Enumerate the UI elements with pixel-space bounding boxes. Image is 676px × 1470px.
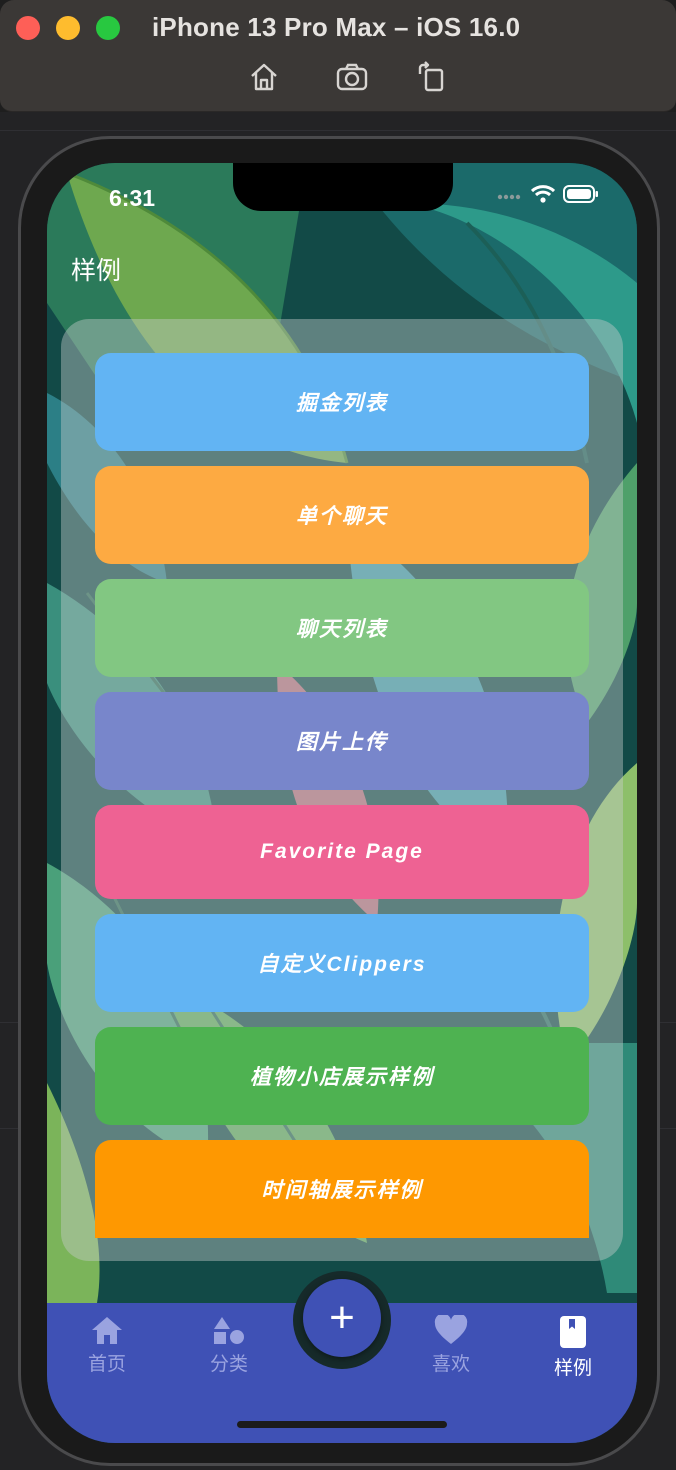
simulator-titlebar: iPhone 13 Pro Max – iOS 16.0 [0,0,676,112]
tab-label: 首页 [87,1354,126,1375]
menu-button-custom-clippers[interactable]: 自定义Clippers [95,914,589,1012]
device-frame: 6:31 样例 掘金列表 单个聊天 聊天列表 图片上传 Favorite Pag… [18,136,660,1466]
status-icons [497,185,599,208]
menu-button-single-chat[interactable]: 单个聊天 [95,466,589,564]
tab-examples[interactable]: 样例 [533,1315,613,1380]
device-screen: 6:31 样例 掘金列表 单个聊天 聊天列表 图片上传 Favorite Pag… [47,163,637,1443]
status-time: 6:31 [109,185,156,211]
signal-icon [497,188,523,206]
tab-label: 喜欢 [431,1354,470,1375]
menu-button-favorite-page[interactable]: Favorite Page [95,805,589,899]
tab-favorite[interactable]: 喜欢 [411,1315,491,1376]
add-button[interactable]: + [303,1279,381,1357]
tab-category[interactable]: 分类 [189,1315,269,1376]
window-title: iPhone 13 Pro Max – iOS 16.0 [152,12,521,42]
menu-button-plant-shop[interactable]: 植物小店展示样例 [95,1027,589,1125]
divider [0,130,676,131]
screenshot-icon[interactable] [335,60,369,94]
page-title: 样例 [71,257,122,285]
menu-panel: 掘金列表 单个聊天 聊天列表 图片上传 Favorite Page 自定义Cli… [61,319,623,1261]
menu-button-juejin-list[interactable]: 掘金列表 [95,353,589,451]
tab-home[interactable]: 首页 [67,1315,147,1376]
heart-icon [434,1315,468,1344]
battery-icon [563,185,599,208]
rotate-icon[interactable] [414,60,448,94]
minimize-window-button[interactable] [56,16,80,40]
menu-button-image-upload[interactable]: 图片上传 [95,692,589,790]
home-icon[interactable] [247,60,281,94]
menu-button-chat-list[interactable]: 聊天列表 [95,579,589,677]
device-notch [233,163,453,211]
home-indicator [237,1421,447,1428]
tab-label: 样例 [553,1358,592,1379]
home-icon [92,1317,122,1344]
shapes-icon [214,1317,244,1344]
menu-button-timeline[interactable]: 时间轴展示样例 [95,1140,589,1238]
book-icon [560,1316,586,1348]
close-window-button[interactable] [16,16,40,40]
wifi-icon [530,185,556,208]
zoom-window-button[interactable] [96,16,120,40]
tab-label: 分类 [209,1354,248,1375]
